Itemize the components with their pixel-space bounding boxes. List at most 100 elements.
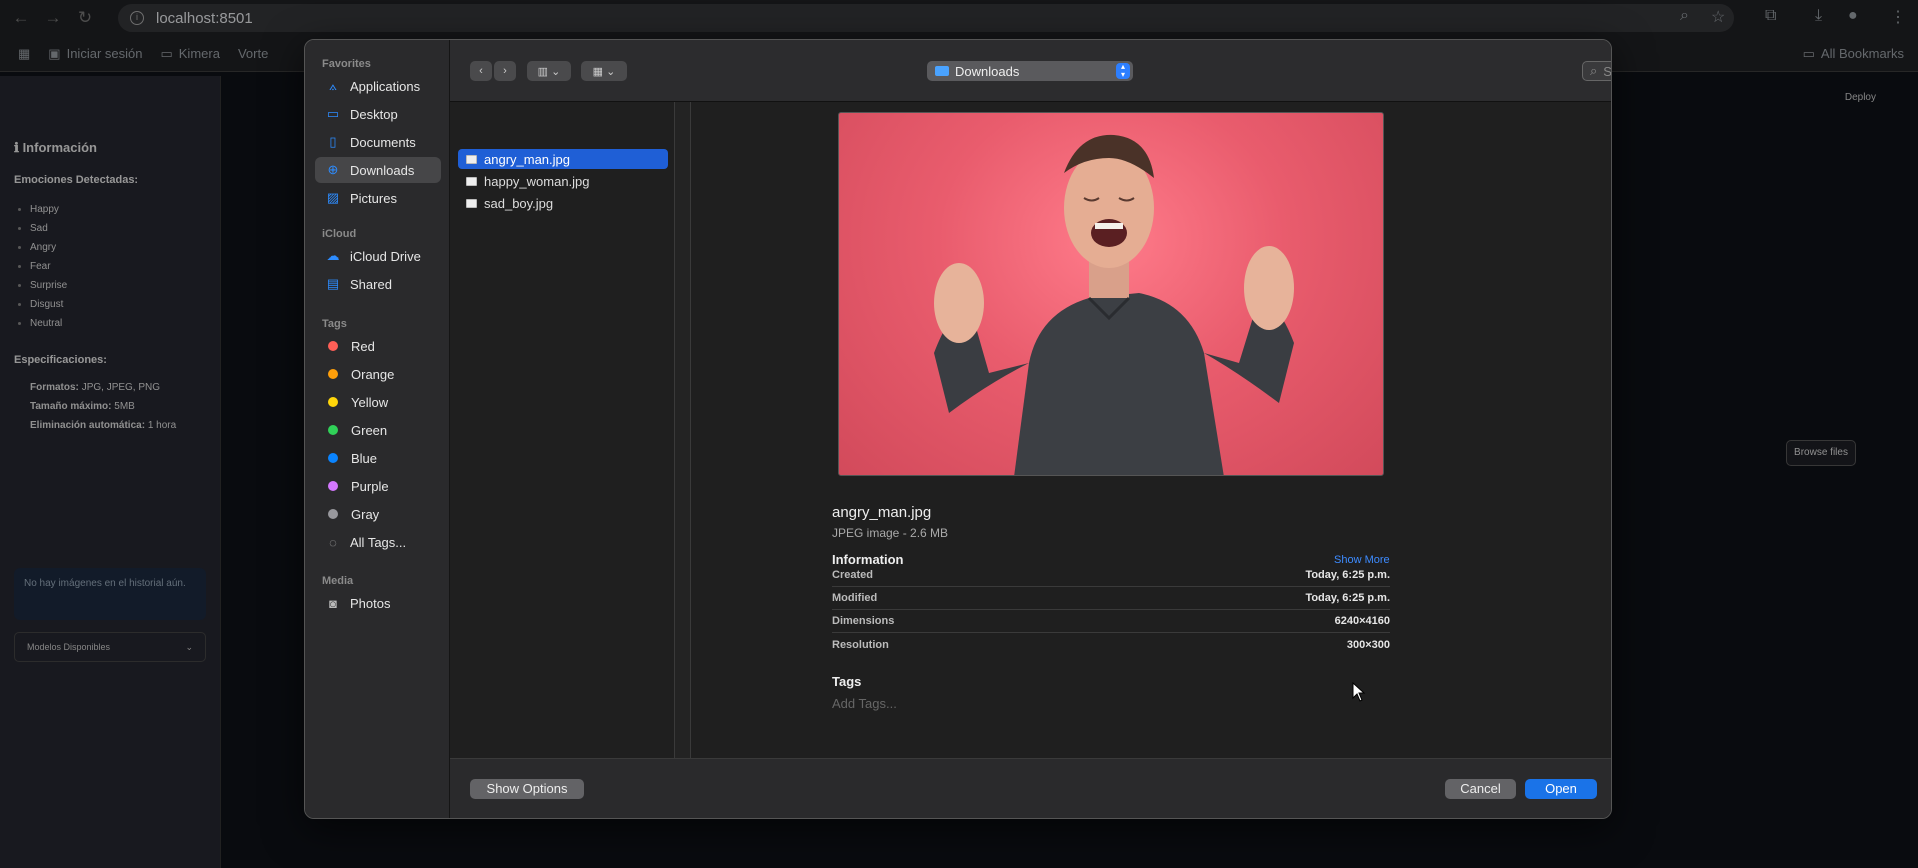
info-row: Resolution 300×300 — [832, 633, 1390, 656]
sidebar-item-pictures[interactable]: ▨ Pictures — [315, 185, 441, 211]
sidebar-tag-green[interactable]: Green — [315, 417, 441, 443]
file-row[interactable]: sad_boy.jpg — [458, 193, 668, 213]
sidebar-item-documents[interactable]: ▯ Documents — [315, 129, 441, 155]
tags-heading: Tags — [832, 674, 862, 689]
angry-man-photo — [934, 134, 1294, 475]
tag-dot-icon — [328, 425, 338, 435]
sidebar-item-label: Pictures — [350, 190, 397, 206]
file-open-dialog: Favorites ⟑ Applications ▭ Desktop ▯ Docume… — [304, 39, 1612, 819]
tag-dot-icon — [328, 397, 338, 407]
search-placeholder: Search — [1603, 63, 1612, 79]
search-icon: ⌕ — [1590, 63, 1598, 78]
folder-icon — [935, 66, 949, 76]
file-name: happy_woman.jpg — [484, 173, 590, 189]
sidebar-item-applications[interactable]: ⟑ Applications — [315, 73, 441, 99]
shared-folder-icon: ▤ — [326, 276, 340, 291]
group-button[interactable]: ▦ ⌄ — [581, 61, 627, 81]
search-input[interactable]: ⌕ Search — [1582, 61, 1612, 81]
dialog-toolbar: ‹ › ▥ ⌄ ▦ ⌄ Downloads ▴▾ ⌕ Search — [450, 40, 1612, 102]
info-key: Created — [832, 569, 873, 581]
add-tags-input[interactable]: Add Tags... — [832, 696, 897, 711]
pictures-icon: ▨ — [326, 190, 340, 205]
tag-dot-icon — [328, 509, 338, 519]
tag-label: Red — [351, 338, 375, 354]
info-row: Dimensions 6240×4160 — [832, 610, 1390, 633]
sidebar-item-label: iCloud Drive — [350, 248, 421, 264]
sidebar-item-label: Applications — [350, 78, 421, 94]
tag-dot-icon — [328, 341, 338, 351]
tag-outline-icon: ◌ — [329, 534, 337, 550]
sidebar-tag-gray[interactable]: Gray — [315, 501, 441, 527]
sidebar-item-label: Shared — [350, 276, 392, 292]
chevron-left-icon: ‹ — [479, 65, 483, 77]
documents-icon: ▯ — [329, 134, 337, 149]
tag-label: Green — [351, 422, 388, 438]
sidebar-item-shared[interactable]: ▤ Shared — [315, 271, 441, 297]
sidebar-item-label: Documents — [350, 134, 416, 150]
sidebar-item-desktop[interactable]: ▭ Desktop — [315, 101, 441, 127]
desktop-icon: ▭ — [326, 106, 340, 121]
sidebar-item-label: Downloads — [350, 162, 415, 178]
applications-icon: ⟑ — [329, 78, 337, 93]
sidebar-item-photos[interactable]: ◙ Photos — [315, 590, 441, 616]
tag-label: Gray — [351, 506, 380, 522]
sidebar-item-icloud-drive[interactable]: ☁ iCloud Drive — [315, 243, 441, 269]
columns-view-icon: ▥ ⌄ — [537, 65, 561, 78]
file-row[interactable]: happy_woman.jpg — [458, 171, 668, 191]
info-value: 300×300 — [1346, 638, 1390, 651]
info-key: Modified — [832, 592, 878, 604]
downloads-icon: ⊕ — [327, 162, 339, 177]
file-row[interactable]: angry_man.jpg — [458, 149, 668, 169]
info-value: 6240×4160 — [1334, 615, 1390, 627]
file-name: angry_man.jpg — [484, 151, 570, 167]
show-options-button[interactable]: Show Options — [470, 779, 584, 799]
tag-dot-icon — [328, 453, 338, 463]
tag-label: Blue — [351, 450, 378, 466]
dialog-sidebar: Favorites ⟑ Applications ▭ Desktop ▯ Docume… — [305, 40, 450, 818]
open-button[interactable]: Open — [1525, 779, 1597, 799]
info-row: Modified Today, 6:25 p.m. — [832, 587, 1390, 610]
location-label: Downloads — [955, 63, 1020, 79]
sidebar-all-tags[interactable]: ◌ All Tags... — [315, 529, 441, 555]
tag-dot-icon — [328, 481, 338, 491]
sidebar-item-label: Photos — [350, 595, 391, 611]
chevron-right-icon: › — [503, 65, 507, 77]
sidebar-tag-blue[interactable]: Blue — [315, 445, 441, 471]
sidebar-tag-red[interactable]: Red — [315, 333, 441, 359]
tag-label: Purple — [351, 478, 389, 494]
preview-file-name: angry_man.jpg — [832, 504, 932, 521]
dialog-footer: Show Options Cancel Open — [450, 758, 1611, 818]
icloud-heading: iCloud — [322, 228, 357, 240]
all-tags-label: All Tags... — [350, 534, 407, 550]
sidebar-item-label: Desktop — [350, 106, 398, 122]
mouse-pointer-icon — [1352, 682, 1366, 702]
favorites-heading: Favorites — [322, 58, 371, 70]
image-file-icon — [466, 198, 477, 208]
info-key: Resolution — [832, 638, 889, 651]
image-preview — [838, 112, 1384, 476]
location-popup[interactable]: Downloads ▴ ▾ — [927, 61, 1133, 81]
tag-label: Orange — [351, 366, 395, 382]
image-file-icon — [466, 176, 477, 186]
updown-arrows-icon: ▴ ▾ — [1116, 63, 1130, 79]
sidebar-tag-yellow[interactable]: Yellow — [315, 389, 441, 415]
info-row: Created Today, 6:25 p.m. — [832, 564, 1390, 587]
column-resizer[interactable] — [675, 102, 691, 758]
cancel-button[interactable]: Cancel — [1445, 779, 1516, 799]
preview-file-type: JPEG image - 2.6 MB — [832, 526, 949, 540]
sidebar-item-downloads[interactable]: ⊕ Downloads — [315, 157, 441, 183]
view-mode-button[interactable]: ▥ ⌄ — [527, 61, 571, 81]
info-value: Today, 6:25 p.m. — [1305, 592, 1390, 604]
tag-label: Yellow — [351, 394, 389, 410]
camera-icon: ◙ — [329, 595, 337, 611]
info-key: Dimensions — [832, 615, 895, 627]
file-list-column: angry_man.jpg happy_woman.jpg sad_boy.jp… — [450, 102, 675, 758]
tags-heading: Tags — [322, 318, 347, 330]
back-button[interactable]: ‹ — [470, 61, 492, 81]
info-value: Today, 6:25 p.m. — [1305, 569, 1390, 581]
forward-button[interactable]: › — [494, 61, 516, 81]
preview-pane: angry_man.jpg JPEG image - 2.6 MB Inform… — [691, 102, 1611, 758]
sidebar-tag-orange[interactable]: Orange — [315, 361, 441, 387]
file-name: sad_boy.jpg — [484, 195, 554, 211]
sidebar-tag-purple[interactable]: Purple — [315, 473, 441, 499]
